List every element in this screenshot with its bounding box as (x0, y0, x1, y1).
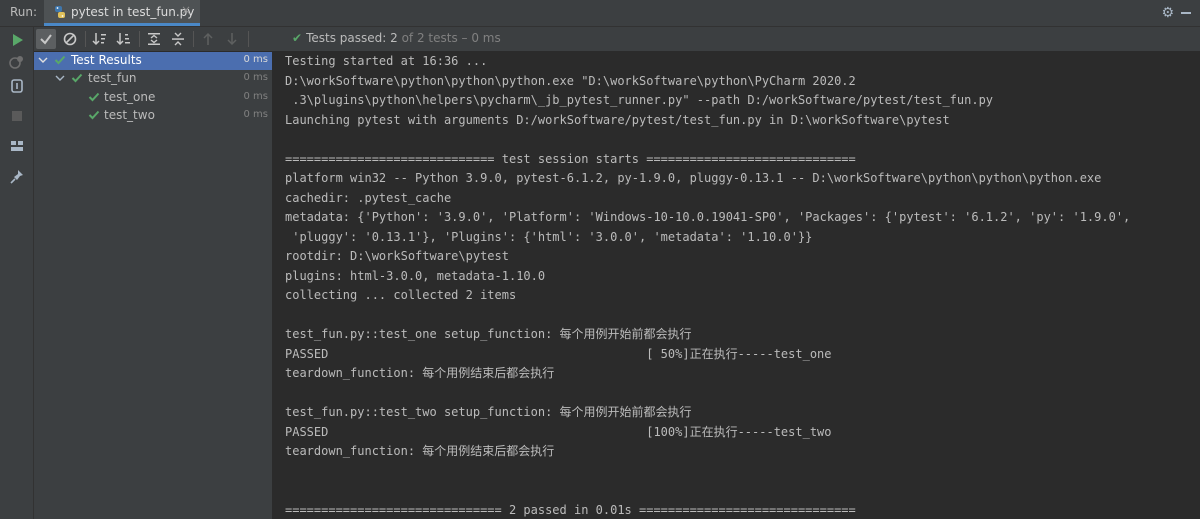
console-line: ============================= test sessi… (285, 151, 856, 166)
console-line: plugins: html-3.0.0, metadata-1.10.0 (285, 268, 546, 283)
tree-time: 0 ms (243, 54, 269, 65)
check-icon: ✔ (292, 31, 303, 45)
console-line: teardown_function: 每个用例结束后都会执行 (285, 366, 555, 380)
header-actions: ⚙ (1152, 0, 1200, 26)
sort-by-duration-icon[interactable] (114, 29, 134, 49)
passed-check-icon (88, 110, 100, 120)
console-line: platform win32 -- Python 3.9.0, pytest-6… (285, 171, 1102, 185)
console-line: test_fun.py::test_one setup_function: 每个… (285, 327, 692, 341)
run-tool-window-header: Run: pytest in test_fun.py × ⚙ (0, 0, 1200, 27)
close-icon[interactable]: × (181, 3, 191, 17)
run-label: Run: (10, 5, 38, 19)
stop-icon[interactable] (7, 106, 27, 126)
sort-alphabetically-icon[interactable] (90, 29, 110, 49)
test-status: ✔ Tests passed: 2 of 2 tests – 0 ms (292, 31, 501, 45)
previous-test-icon[interactable] (198, 29, 218, 49)
console-line: ============================== 2 passed … (285, 502, 856, 517)
tree-time: 0 ms (243, 109, 269, 120)
show-ignored-icon[interactable] (60, 29, 80, 49)
tab-title: pytest in test_fun.py (71, 5, 195, 19)
console-line: D:\workSoftware\python\python\python.exe… (285, 73, 856, 88)
chevron-down-icon[interactable] (38, 55, 48, 65)
console-line: collecting ... collected 2 items (285, 288, 517, 302)
tree-node-test-fun[interactable]: test_fun 0 ms (34, 70, 272, 88)
collapse-all-icon[interactable] (168, 29, 188, 49)
console-line: test_fun.py::test_two setup_function: 每个… (285, 405, 692, 419)
tree-label: test_one (104, 90, 156, 104)
tree-node-test-two[interactable]: test_two 0 ms (34, 107, 272, 125)
status-passed-count: 2 (390, 31, 398, 45)
passed-check-icon (71, 73, 83, 83)
tab-pytest-run[interactable]: pytest in test_fun.py × (44, 0, 200, 26)
console-line: PASSED [ 50%]正在执行-----test_one (285, 346, 832, 361)
passed-check-icon (88, 92, 100, 102)
console-line: Launching pytest with arguments D:/workS… (285, 112, 950, 127)
test-runner-toolbar: ✔ Tests passed: 2 of 2 tests – 0 ms (34, 27, 1200, 51)
layout-icon[interactable] (7, 136, 27, 156)
tree-label: Test Results (71, 53, 142, 67)
pin-icon[interactable] (7, 167, 27, 187)
passed-check-icon (54, 55, 66, 65)
rerun-icon[interactable] (7, 30, 27, 50)
console-line: teardown_function: 每个用例结束后都会执行 (285, 444, 555, 458)
expand-all-icon[interactable] (144, 29, 164, 49)
rerun-failed-icon[interactable] (7, 52, 27, 72)
next-test-icon[interactable] (222, 29, 242, 49)
left-toolbar (0, 27, 34, 519)
console-line: rootdir: D:\workSoftware\pytest (285, 249, 509, 263)
console-line: 'pluggy': '0.13.1'}, 'Plugins': {'html':… (285, 229, 813, 244)
tree-label: test_two (104, 108, 155, 122)
tree-node-test-one[interactable]: test_one 0 ms (34, 89, 272, 107)
console-line: metadata: {'Python': '3.9.0', 'Platform'… (285, 210, 1131, 224)
console-line: PASSED [100%]正在执行-----test_two (285, 424, 832, 439)
chevron-down-icon[interactable] (55, 73, 65, 83)
console-output[interactable]: Testing started at 16:36 ... D:\workSoft… (273, 52, 1200, 519)
gear-icon[interactable]: ⚙ (1161, 5, 1174, 21)
toggle-auto-test-icon[interactable] (7, 76, 27, 96)
status-text: Tests passed: (306, 31, 387, 45)
console-line: Testing started at 16:36 ... (285, 54, 488, 68)
console-line: .3\plugins\python\helpers\pycharm\_jb_py… (285, 93, 994, 107)
status-summary: of 2 tests – 0 ms (401, 31, 501, 45)
test-tree: Test Results 0 ms test_fun 0 ms test_one… (34, 52, 273, 519)
tree-label: test_fun (88, 71, 137, 85)
python-icon (55, 6, 65, 18)
tree-time: 0 ms (243, 91, 269, 102)
tree-node-test-results[interactable]: Test Results 0 ms (34, 52, 272, 70)
tree-time: 0 ms (243, 72, 269, 83)
console-line: cachedir: .pytest_cache (285, 190, 452, 205)
show-passed-icon[interactable] (36, 29, 56, 49)
minimize-icon[interactable] (1181, 12, 1191, 14)
